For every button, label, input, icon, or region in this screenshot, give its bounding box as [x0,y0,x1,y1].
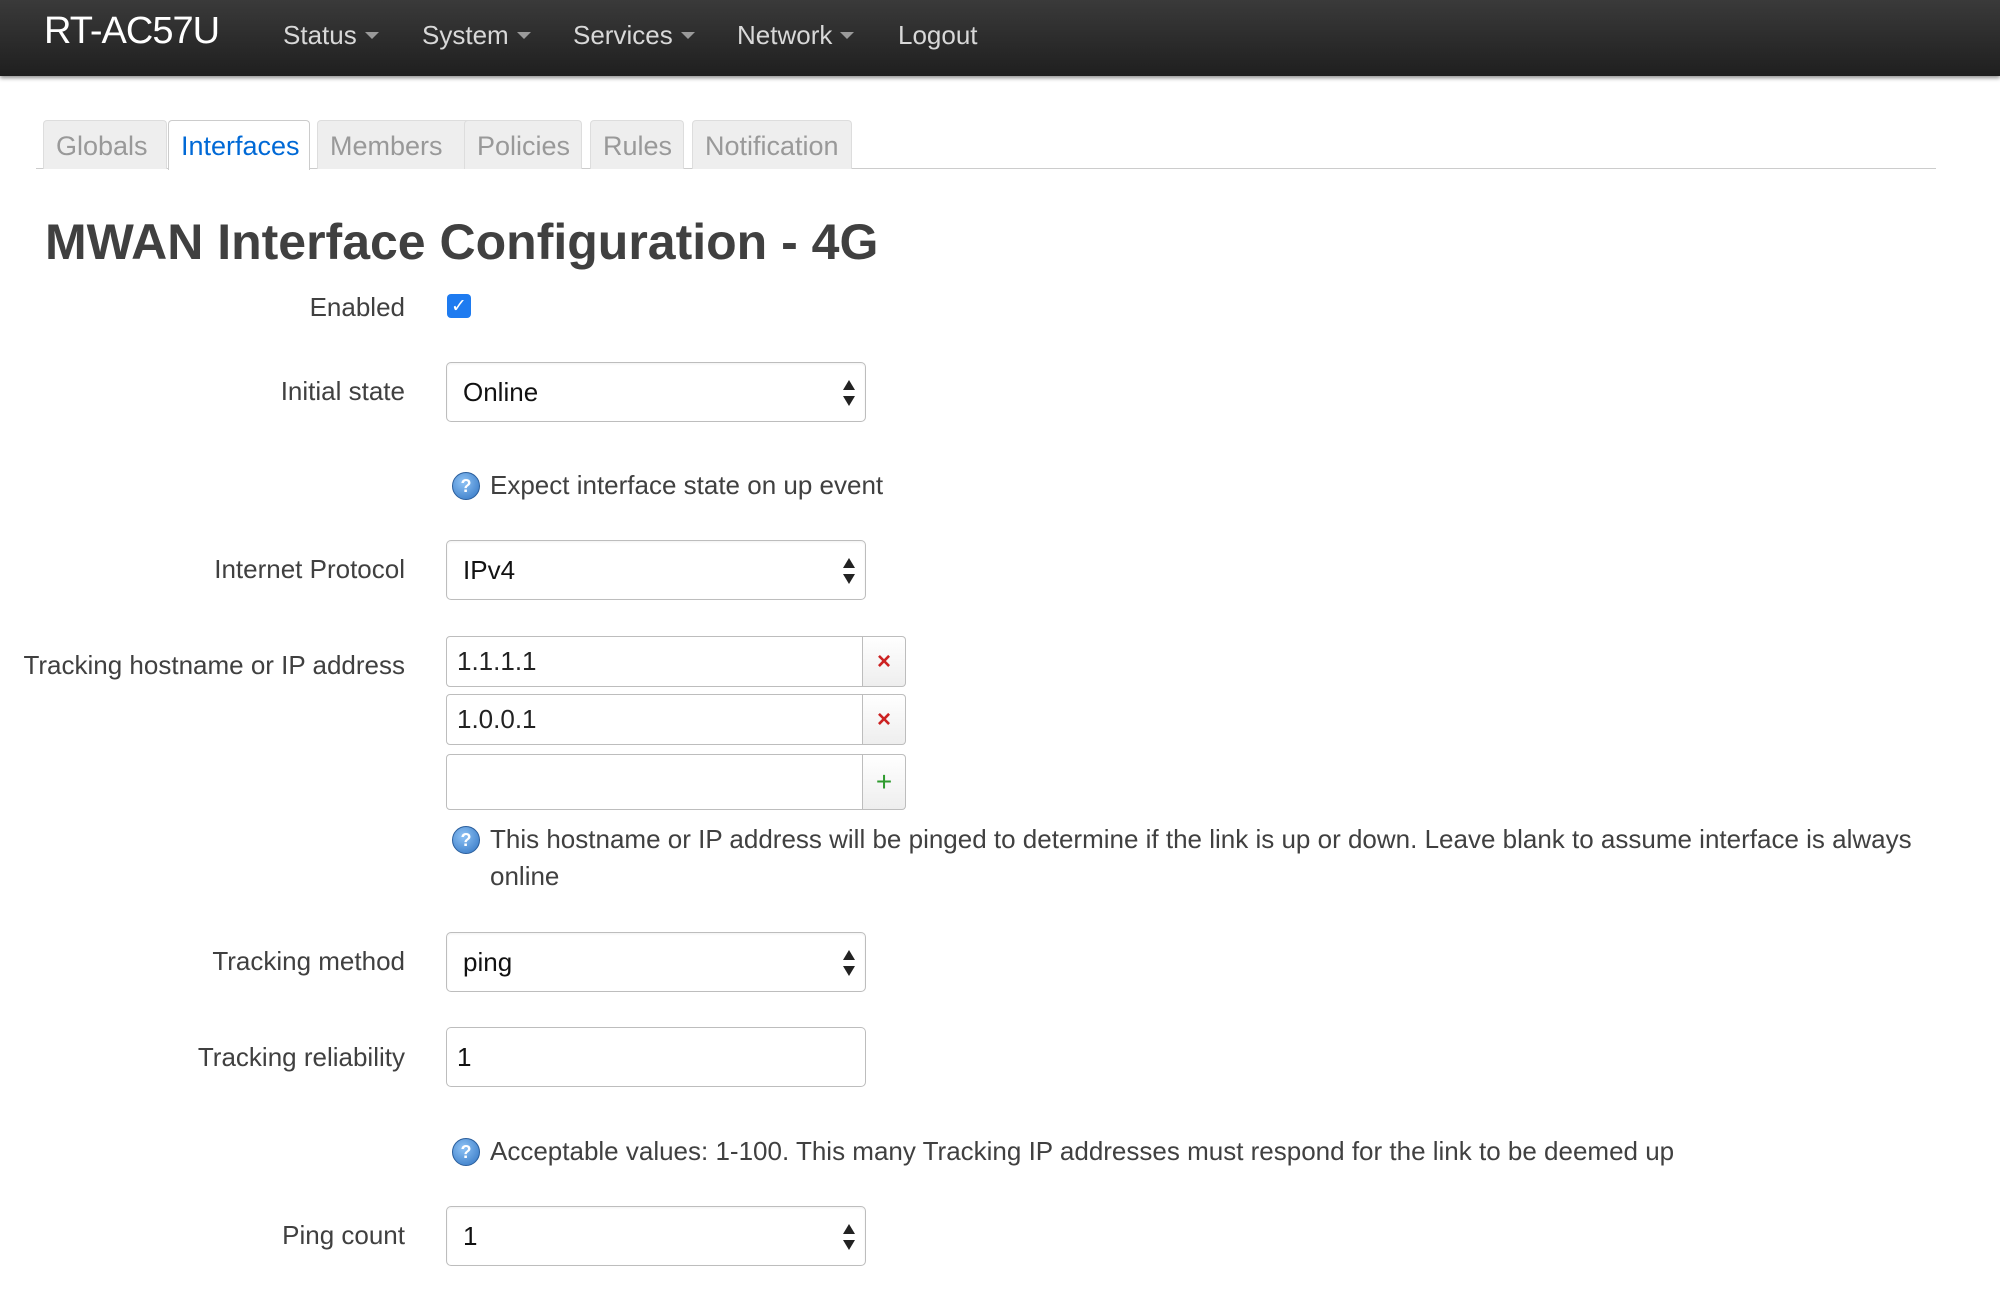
tab-rules[interactable]: Rules [590,120,684,169]
top-navbar: RT-AC57U Status System Services Network … [0,0,2000,76]
select-arrows-icon [843,1224,855,1250]
add-host-button[interactable]: + [863,754,906,810]
remove-host-button-2[interactable]: × [863,694,906,745]
remove-host-button-1[interactable]: × [863,636,906,687]
nav-services-menu[interactable]: Services [573,20,695,51]
nav-status-label: Status [283,20,357,50]
close-icon: × [876,647,891,675]
tracking-method-label: Tracking method [212,946,405,976]
tracking-method-select[interactable]: ping [446,932,866,992]
tracking-reliability-help: ? Acceptable values: 1-100. This many Tr… [452,1133,1942,1170]
page-title: MWAN Interface Configuration - 4G [45,214,879,270]
initial-state-select[interactable]: Online [446,362,866,422]
initial-state-help: ? Expect interface state on up event [452,467,883,504]
tracking-hosts-help: ? This hostname or IP address will be pi… [452,821,1942,895]
nav-system-label: System [422,20,509,50]
caret-down-icon [516,32,531,39]
initial-state-help-text: Expect interface state on up event [490,470,884,500]
brand-title[interactable]: RT-AC57U [44,10,220,53]
initial-state-label: Initial state [280,376,405,406]
enabled-label: Enabled [309,292,405,322]
nav-network-menu[interactable]: Network [737,20,855,51]
nav-logout-label: Logout [898,20,978,50]
caret-down-icon [680,32,695,39]
tracking-hosts-label: Tracking hostname or IP address [23,650,405,680]
nav-logout-link[interactable]: Logout [898,20,978,51]
tracking-method-value: ping [463,947,513,977]
caret-down-icon [840,32,855,39]
help-question-icon: ? [452,826,480,854]
tracking-host-input-1[interactable]: 1.1.1.1 [446,636,863,687]
checkmark-icon: ✓ [451,295,467,317]
tracking-reliability-input[interactable]: 1 [446,1027,866,1087]
internet-protocol-value: IPv4 [463,555,516,585]
select-arrows-icon [843,380,855,406]
tab-interfaces[interactable]: Interfaces [168,120,310,170]
internet-protocol-select[interactable]: IPv4 [446,540,866,600]
tab-policies[interactable]: Policies [464,120,582,169]
tab-members[interactable]: Members [317,120,482,169]
nav-network-label: Network [737,20,833,50]
enabled-checkbox[interactable]: ✓ [447,294,471,318]
tab-notification[interactable]: Notification [692,120,852,169]
nav-system-menu[interactable]: System [422,20,531,51]
ping-count-value: 1 [463,1221,478,1251]
plus-icon: + [875,766,893,797]
select-arrows-icon [843,558,855,584]
select-arrows-icon [843,950,855,976]
tracking-hosts-help-text: This hostname or IP address will be ping… [490,824,1912,891]
tracking-reliability-help-text: Acceptable values: 1-100. This many Trac… [490,1136,1675,1166]
ping-count-select[interactable]: 1 [446,1206,866,1266]
internet-protocol-label: Internet Protocol [214,554,405,584]
nav-services-label: Services [573,20,673,50]
close-icon: × [876,705,891,733]
initial-state-value: Online [463,377,539,407]
tracking-host-input-2[interactable]: 1.0.0.1 [446,694,863,745]
tab-globals[interactable]: Globals [43,120,167,169]
help-question-icon: ? [452,472,480,500]
ping-count-label: Ping count [282,1220,405,1250]
config-tabs: Globals Interfaces Members Policies Rule… [36,120,1936,170]
tracking-host-input-new[interactable] [446,754,863,810]
caret-down-icon [364,32,379,39]
help-question-icon: ? [452,1138,480,1166]
tracking-reliability-label: Tracking reliability [197,1042,405,1072]
nav-status-menu[interactable]: Status [283,20,379,51]
